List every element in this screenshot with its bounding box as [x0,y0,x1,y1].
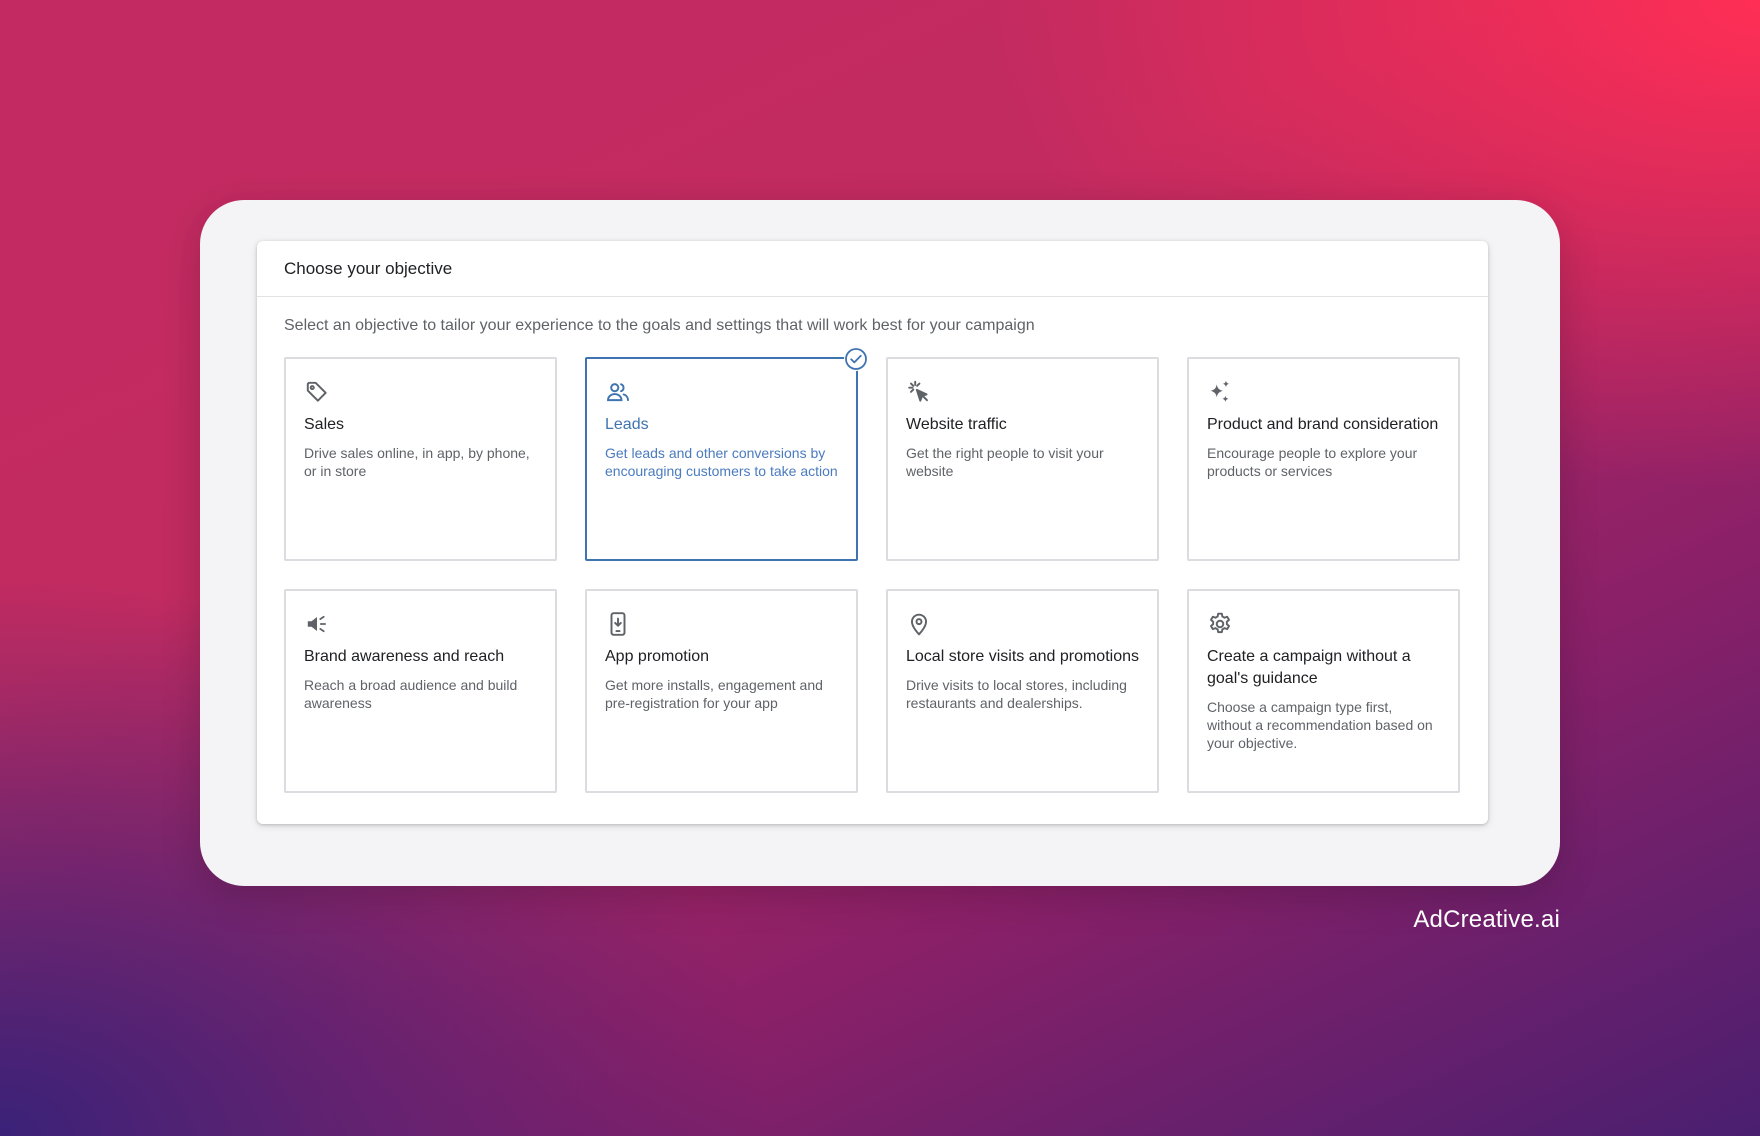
adcreative-watermark: AdCreative.ai [1413,906,1560,933]
card-description: Drive visits to local stores, including … [906,677,1127,711]
objective-grid: Sales Drive sales online, in app, by pho… [284,347,1460,793]
card-title: Create a campaign without a goal's guida… [1207,648,1411,687]
objective-card-product-brand-consideration[interactable]: Product and brand consideration Encourag… [1187,357,1460,561]
tag-icon [304,379,330,405]
card-title: Sales [304,416,345,433]
selected-check-icon [844,347,868,371]
people-icon [605,379,631,405]
gear-icon [1207,611,1233,637]
card-description: Get leads and other conversions by encou… [605,445,838,479]
card-description: Get more installs, engagement and pre-re… [605,677,823,711]
objective-panel: Choose your objective Select an objectiv… [257,241,1488,824]
card-description: Reach a broad audience and build awarene… [304,677,518,711]
location-pin-icon [906,611,932,637]
objective-card-sales[interactable]: Sales Drive sales online, in app, by pho… [284,357,557,561]
screenshot-frame: Choose your objective Select an objectiv… [200,200,1560,886]
card-description: Get the right people to visit your websi… [906,445,1104,479]
card-title: Website traffic [906,416,1007,433]
card-description: Choose a campaign type first, without a … [1207,699,1433,751]
card-title: App promotion [605,648,710,665]
objective-card-website-traffic[interactable]: Website traffic Get the right people to … [886,357,1159,561]
card-description: Drive sales online, in app, by phone, or… [304,445,530,479]
phone-download-icon [605,611,631,637]
panel-header: Choose your objective [257,241,1488,297]
objective-card-app-promotion[interactable]: App promotion Get more installs, engagem… [585,589,858,793]
objective-card-brand-awareness[interactable]: Brand awareness and reach Reach a broad … [284,589,557,793]
card-description: Encourage people to explore your product… [1207,445,1418,479]
objective-card-local-store-visits[interactable]: Local store visits and promotions Drive … [886,589,1159,793]
card-title: Brand awareness and reach [304,648,505,665]
sparkle-icon [1207,379,1233,405]
panel-title: Choose your objective [284,258,453,278]
card-title: Local store visits and promotions [906,648,1139,665]
objective-card-leads[interactable]: Leads Get leads and other conversions by… [585,347,868,561]
card-title: Product and brand consideration [1207,416,1439,433]
card-title: Leads [605,416,649,433]
panel-subtitle: Select an objective to tailor your exper… [284,317,1035,334]
megaphone-icon [304,611,330,637]
objective-card-no-goal-guidance[interactable]: Create a campaign without a goal's guida… [1187,589,1460,793]
cursor-click-icon [906,379,932,405]
